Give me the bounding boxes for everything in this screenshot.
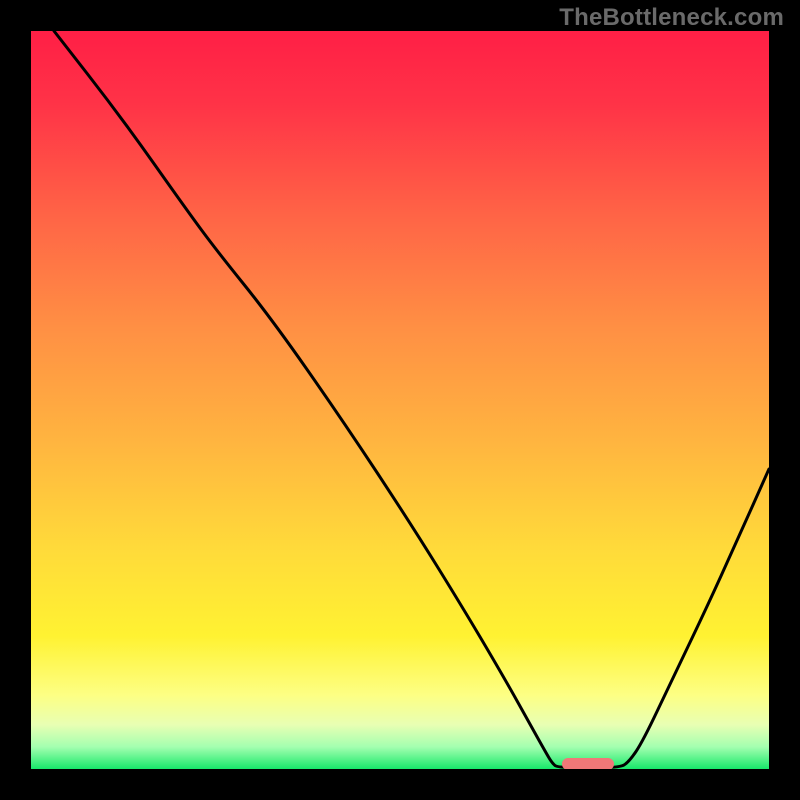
plot-area (31, 31, 769, 769)
optimal-marker (562, 758, 614, 769)
chart-frame: TheBottleneck.com (0, 0, 800, 800)
bottleneck-curve (31, 31, 769, 769)
watermark-text: TheBottleneck.com (559, 4, 784, 32)
